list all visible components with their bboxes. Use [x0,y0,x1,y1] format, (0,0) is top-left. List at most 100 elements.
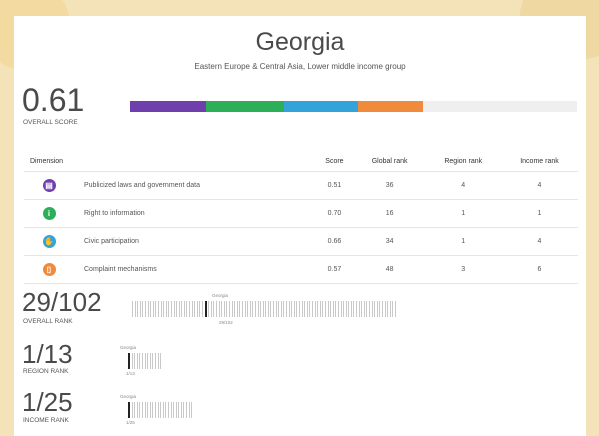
rank-tick [353,301,355,317]
rank-marker [204,301,207,317]
rank-tick [157,402,159,418]
rank-tick [340,301,342,317]
region-rank-marker-caption: 1/13 [126,371,135,376]
rank-tick [358,301,360,317]
rank-tick [301,301,303,317]
rank-tick [374,301,376,317]
rank-tick [180,402,182,418]
rank-tick [361,301,363,317]
score-bar-segment [357,101,423,112]
region-rank-value: 1/13 [22,339,73,369]
dimension-score: 0.57 [315,255,354,284]
rank-tick [160,301,162,317]
dimension-region-rank: 1 [425,199,501,228]
rank-tick [139,353,141,369]
rank-tick [186,301,188,317]
rank-tick [160,402,162,418]
rank-tick [327,301,329,317]
header-region-rank: Region rank [425,151,501,172]
score-bar-segment [205,101,285,112]
rank-tick [173,402,175,418]
rank-tick [134,402,136,418]
rank-tick [178,402,180,418]
rank-tick [168,301,170,317]
country-subtitle: Eastern Europe & Central Asia, Lower mid… [194,62,406,71]
rank-tick [144,353,146,369]
country-title: Georgia [255,28,345,56]
rank-tick [299,301,300,317]
dimension-score: 0.66 [315,227,354,256]
region-rank-strip [128,353,163,369]
rank-tick [394,301,396,317]
rank-tick [283,301,285,317]
income-rank-marker-label: Georgia [120,394,137,399]
rank-tick [262,301,264,317]
overall-score-value: 0.61 [22,82,85,118]
income-rank-value: 1/25 [22,387,73,417]
rank-tick [136,353,138,369]
rank-tick [244,301,246,317]
rank-tick [191,301,193,317]
rank-tick [309,301,311,317]
rank-tick [216,301,217,317]
rank-tick [218,301,220,317]
score-bar-segment [284,101,358,112]
dimension-score: 0.70 [315,199,354,228]
rank-tick [194,301,196,317]
rank-tick [134,301,136,317]
rank-tick [213,301,215,317]
rank-tick [178,301,180,317]
country-profile-card: Georgia Eastern Europe & Central Asia, L… [14,16,586,436]
rank-tick [149,353,151,369]
rank-tick [382,301,383,317]
header-dimension: Dimension [24,151,316,172]
rank-tick [170,301,172,317]
header-score: Score [315,151,354,172]
rank-tick [392,301,394,317]
rank-tick [226,301,228,317]
rank-tick [348,301,350,317]
rank-tick [152,301,154,317]
building-icon: ▤ [42,179,56,192]
dimension-income-rank: 4 [500,227,578,256]
rank-tick [139,402,141,418]
rank-tick [286,301,288,317]
dimension-region-rank: 3 [425,255,501,284]
rank-tick [369,301,371,317]
rank-tick [252,301,254,317]
dimension-label: Publicized laws and government data [74,171,316,200]
dimension-label: Complaint mechanisms [74,255,316,284]
rank-tick [260,301,262,317]
rank-tick [131,402,133,418]
rank-tick [332,301,334,317]
rank-tick [162,402,164,418]
rank-tick [343,301,345,317]
rank-tick [131,353,133,369]
rank-tick [273,301,275,317]
dimension-score: 0.51 [315,171,354,200]
rank-tick [137,301,139,317]
region-rank-marker-label: Georgia [120,345,137,350]
rank-tick [199,301,201,317]
dimension-income-rank: 6 [500,255,578,284]
rank-tick [376,301,378,317]
rank-tick [223,301,225,317]
rank-tick [165,301,167,317]
rank-tick [163,301,165,317]
dimension-global-rank: 48 [353,255,426,284]
rank-tick [188,402,190,418]
rank-tick [152,402,154,418]
info-icon: i [42,207,56,220]
rank-tick [196,301,198,317]
rank-tick [170,402,172,418]
rank-tick [356,301,358,317]
rank-tick [173,301,175,317]
rank-tick [234,301,236,317]
score-bar [130,101,577,112]
rank-marker [128,402,130,418]
rank-tick [160,353,162,369]
rank-tick [141,402,143,418]
score-bar-segment [130,101,206,112]
rank-tick [335,301,337,317]
dimension-table: Dimension Score Global rank Region rank … [24,151,578,284]
